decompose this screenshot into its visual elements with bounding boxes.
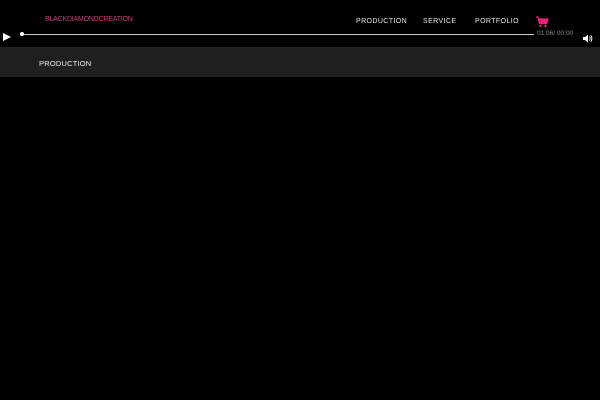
nav-item-service[interactable]: SERVICE — [423, 18, 456, 25]
time-separator: / — [553, 30, 556, 37]
audio-player: 01:06/ 00:00 — [0, 28, 600, 43]
cart-icon[interactable] — [535, 15, 549, 29]
duration: 00:00 — [556, 30, 574, 37]
volume-icon[interactable] — [583, 30, 593, 43]
current-time: 01:06 — [537, 30, 554, 37]
section-title: PRODUCTION — [39, 59, 92, 68]
time-display: 01:06/ 00:00 — [537, 30, 573, 37]
progress-handle[interactable] — [20, 32, 24, 36]
nav-item-portfolio[interactable]: PORTFOLIO — [475, 18, 519, 25]
page: BLACKDIAMONDCREATION PRODUCTION SERVICE … — [0, 0, 600, 400]
progress-track[interactable] — [22, 34, 534, 35]
nav-item-production[interactable]: PRODUCTION — [356, 18, 407, 25]
play-icon[interactable] — [2, 29, 12, 41]
section-header: PRODUCTION — [0, 47, 600, 77]
